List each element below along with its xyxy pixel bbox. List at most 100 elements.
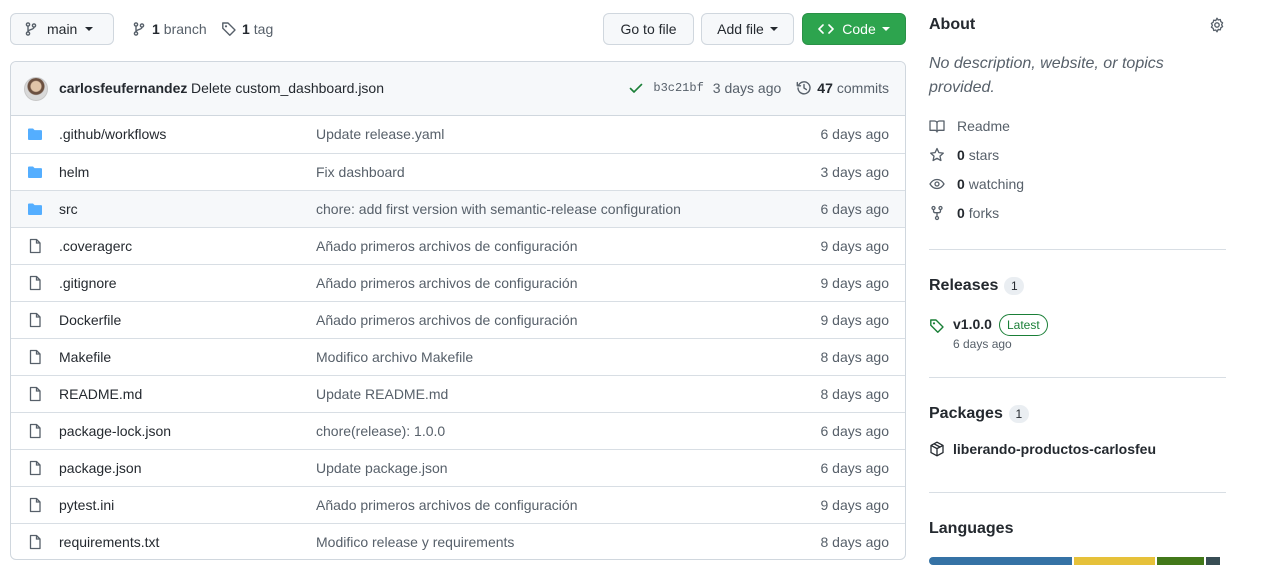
code-label: Code — [842, 21, 876, 37]
watching-link[interactable]: 0 watching — [929, 176, 1024, 192]
file-commit-message[interactable]: Modifico archivo Makefile — [316, 349, 473, 365]
file-name-link[interactable]: package.json — [59, 460, 142, 476]
add-file-button[interactable]: Add file — [701, 13, 794, 45]
file-icon — [27, 460, 43, 476]
branch-selector-button[interactable]: main — [10, 13, 114, 45]
file-row[interactable]: src chore: add first version with semant… — [11, 190, 905, 227]
file-row[interactable]: helm Fix dashboard 3 days ago — [11, 153, 905, 190]
history-icon — [796, 80, 812, 96]
tags-link[interactable]: 1 tag — [221, 13, 273, 45]
commit-time[interactable]: 3 days ago — [713, 80, 782, 96]
about-heading: About — [929, 16, 976, 33]
latest-badge: Latest — [999, 314, 1048, 336]
file-name-link[interactable]: package-lock.json — [59, 423, 171, 439]
branches-link[interactable]: 1 branch — [131, 13, 207, 45]
file-commit-message[interactable]: Fix dashboard — [316, 164, 405, 180]
stars-label: stars — [968, 147, 1000, 163]
commit-message-link[interactable]: Delete custom_dashboard.json — [191, 80, 384, 96]
avatar[interactable] — [24, 77, 48, 101]
file-name-link[interactable]: pytest.ini — [59, 497, 114, 513]
file-name-link[interactable]: Makefile — [59, 349, 111, 365]
file-name-link[interactable]: Dockerfile — [59, 312, 121, 328]
language-segment[interactable] — [929, 557, 1072, 565]
file-name-link[interactable]: .gitignore — [59, 275, 117, 291]
file-commit-message[interactable]: Añado primeros archivos de configuración — [316, 312, 577, 328]
file-commit-message[interactable]: Update package.json — [316, 460, 448, 476]
package-name: liberando-productos-carlosfeu — [953, 441, 1157, 457]
file-name-link[interactable]: .coveragerc — [59, 238, 132, 254]
forks-label: forks — [968, 205, 1000, 221]
packages-title: Packages — [929, 405, 1003, 422]
file-row[interactable]: .coveragerc Añado primeros archivos de c… — [11, 227, 905, 264]
file-row[interactable]: package-lock.json chore(release): 1.0.0 … — [11, 412, 905, 449]
release-date: 6 days ago — [953, 337, 1012, 351]
eye-icon — [929, 176, 945, 192]
check-icon[interactable] — [628, 80, 644, 96]
file-commit-message[interactable]: chore: add first version with semantic-r… — [316, 201, 681, 217]
file-commit-age: 9 days ago — [820, 497, 890, 513]
packages-heading[interactable]: Packages 1 — [929, 405, 1029, 423]
gear-icon[interactable] — [1209, 17, 1225, 33]
repo-sidebar: About No description, website, or topics… — [929, 0, 1226, 569]
latest-commit-bar: carlosfeufernandez Delete custom_dashboa… — [11, 62, 905, 116]
branches-label: branch — [163, 21, 207, 37]
file-icon — [27, 534, 43, 550]
commits-label[interactable]: commits — [837, 80, 889, 96]
go-to-file-button[interactable]: Go to file — [603, 13, 694, 45]
releases-heading[interactable]: Releases 1 — [929, 277, 1025, 295]
git-branch-icon — [131, 21, 147, 37]
readme-label: Readme — [957, 118, 1010, 134]
tags-count: 1 — [242, 21, 250, 37]
language-segment[interactable] — [1073, 557, 1156, 565]
file-icon — [27, 238, 43, 254]
file-name-link[interactable]: src — [59, 201, 78, 217]
file-commit-message[interactable]: Añado primeros archivos de configuración — [316, 497, 577, 513]
file-name-link[interactable]: requirements.txt — [59, 534, 159, 550]
file-commit-message[interactable]: chore(release): 1.0.0 — [316, 423, 445, 439]
file-commit-message[interactable]: Añado primeros archivos de configuración — [316, 238, 577, 254]
sidebar-divider — [929, 249, 1226, 250]
file-row[interactable]: Dockerfile Añado primeros archivos de co… — [11, 301, 905, 338]
commit-author-link[interactable]: carlosfeufernandez — [59, 80, 187, 96]
file-browser: carlosfeufernandez Delete custom_dashboa… — [10, 61, 906, 560]
file-row[interactable]: Makefile Modifico archivo Makefile 8 day… — [11, 338, 905, 375]
file-commit-message[interactable]: Añado primeros archivos de configuración — [316, 275, 577, 291]
release-version[interactable]: v1.0.0 — [953, 316, 992, 332]
code-icon — [818, 21, 835, 37]
file-name-link[interactable]: helm — [59, 164, 89, 180]
book-icon — [929, 118, 945, 134]
file-row[interactable]: pytest.ini Añado primeros archivos de co… — [11, 486, 905, 523]
file-commit-message[interactable]: Update release.yaml — [316, 126, 444, 142]
file-row[interactable]: .gitignore Añado primeros archivos de co… — [11, 264, 905, 301]
language-bar[interactable] — [929, 557, 1226, 565]
file-row[interactable]: .github/workflows Update release.yaml 6 … — [11, 116, 905, 153]
commits-count[interactable]: 47 — [817, 80, 833, 96]
file-icon — [27, 275, 43, 291]
file-name-link[interactable]: README.md — [59, 386, 142, 402]
code-button[interactable]: Code — [802, 13, 906, 45]
file-row[interactable]: requirements.txt Modifico release y requ… — [11, 523, 905, 559]
tag-icon — [221, 21, 237, 37]
watching-label: watching — [968, 176, 1025, 192]
folder-icon — [27, 164, 43, 180]
about-description: No description, website, or topics provi… — [929, 55, 1164, 96]
file-commit-message[interactable]: Update README.md — [316, 386, 448, 402]
language-segment[interactable] — [1157, 557, 1204, 565]
readme-link[interactable]: Readme — [929, 118, 1010, 134]
file-commit-message[interactable]: Modifico release y requirements — [316, 534, 514, 550]
file-name-link[interactable]: .github/workflows — [59, 126, 166, 142]
file-icon — [27, 312, 43, 328]
file-row[interactable]: README.md Update README.md 8 days ago — [11, 375, 905, 412]
sidebar-divider — [929, 492, 1226, 493]
tag-icon — [929, 318, 945, 334]
commit-meta: b3c21bf 3 days ago 47 commits — [628, 80, 889, 96]
file-commit-age: 6 days ago — [820, 201, 890, 217]
package-link[interactable]: liberando-productos-carlosfeu — [929, 441, 1156, 457]
forks-link[interactable]: 0 forks — [929, 205, 999, 221]
file-row[interactable]: package.json Update package.json 6 days … — [11, 449, 905, 486]
commit-sha-link[interactable]: b3c21bf — [653, 81, 703, 95]
stars-link[interactable]: 0 stars — [929, 147, 999, 163]
package-icon — [929, 441, 945, 457]
releases-title: Releases — [929, 277, 999, 294]
language-segment[interactable] — [1205, 557, 1221, 565]
